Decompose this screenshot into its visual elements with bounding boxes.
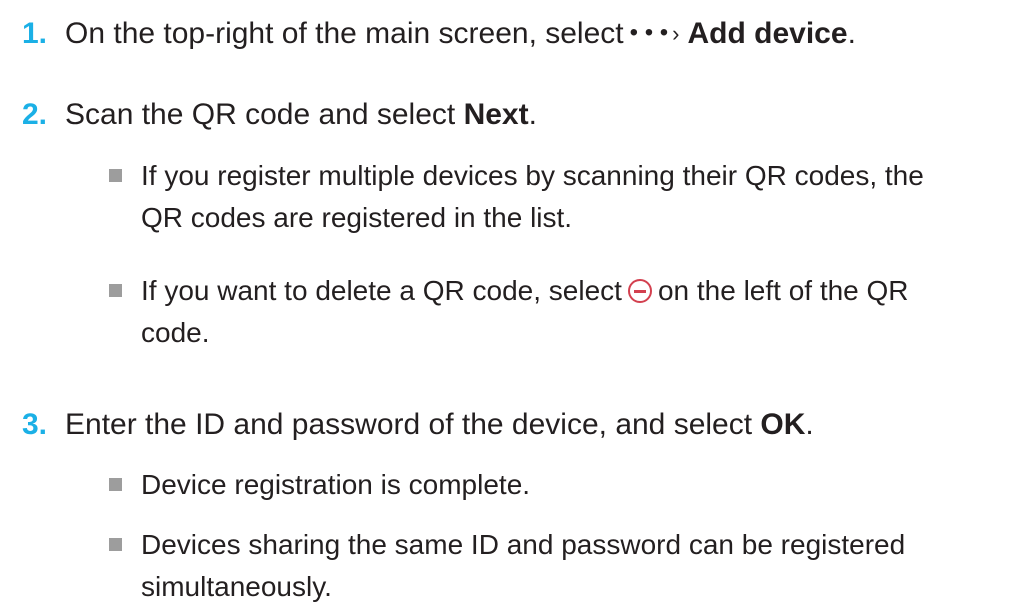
note-line: If you want to delete a QR code, select o… [141,270,909,312]
step-text: Scan the QR code and select [65,98,464,131]
step-number: 2. [22,98,48,131]
bullet-square-icon [109,538,122,551]
note-text: Device registration is complete. [141,464,530,506]
step-3: 3. Enter the ID and password of the devic… [22,407,814,443]
bullet-square-icon [109,169,122,182]
minus-circle-icon [627,279,652,303]
step-text: On the top-right of the main screen, sel… [65,17,624,50]
note-text-after: on the left of the QR [657,275,909,306]
note-line: Device registration is complete. [141,469,531,500]
note-text-before: If you want to delete a QR code, select [141,275,622,306]
step-punct: . [847,17,856,50]
step-number: 3. [22,408,48,441]
step-bold-text: Next [463,98,529,131]
step-punct: . [805,408,814,441]
bullet-square-icon [109,284,122,297]
note-line: QR codes are registered in the list. [141,202,573,233]
more-dots-icon: • • • [629,19,669,46]
step-number: 1. [22,17,48,50]
step-2: 2. Scan the QR code and select Next. [22,97,537,133]
step-text: Enter the ID and password of the device,… [65,408,761,441]
note-line: Devices sharing the same ID and password… [141,529,906,560]
step-bold-text: Add device [687,17,848,50]
note-line: simultaneously. [141,571,332,602]
note-text: If you want to delete a QR code, select o… [141,270,909,354]
chevron-right-icon: › [672,21,680,46]
note-line: code. [141,317,210,348]
step-1: 1. On the top-right of the main screen, s… [22,16,856,54]
note-text: If you register multiple devices by scan… [141,155,924,239]
note-line: If you register multiple devices by scan… [141,160,924,191]
note-text: Devices sharing the same ID and password… [141,524,905,608]
step-bold-text: OK [760,408,806,441]
bullet-square-icon [109,478,122,491]
step-punct: . [528,98,537,131]
